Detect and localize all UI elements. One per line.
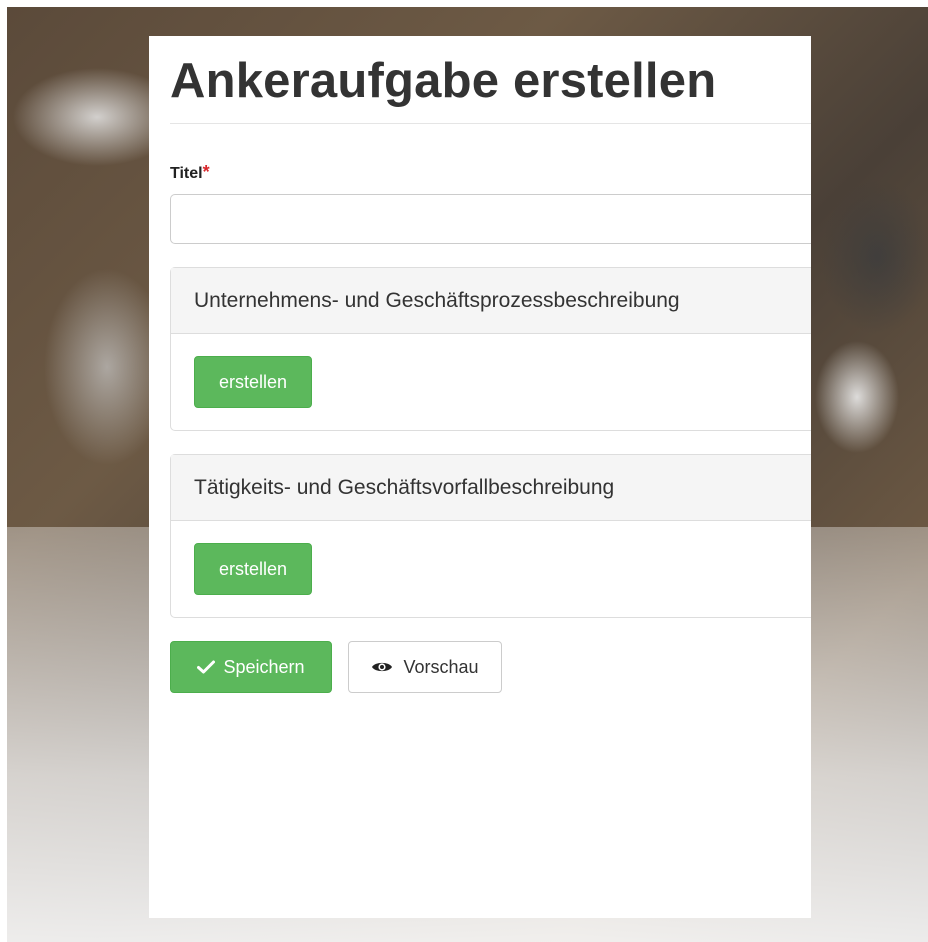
save-button-label: Speichern [223,656,305,677]
preview-button-label: Vorschau [403,656,479,677]
page-title: Ankeraufgabe erstellen [170,54,717,108]
section-body-process: erstellen [171,334,811,430]
preview-button[interactable]: Vorschau [348,641,502,693]
title-divider [170,123,811,124]
required-marker: * [202,162,210,182]
section-heading-process: Unternehmens- und Geschäftsprozessbeschr… [171,268,811,334]
form-panel: Ankeraufgabe erstellen Titel* Unternehme… [149,36,811,918]
title-input[interactable] [170,194,811,244]
section-card-activity: Tätigkeits- und Geschäftsvorfallbeschrei… [170,454,811,618]
title-label-text: Titel [170,165,203,182]
eye-icon [371,660,393,674]
create-activity-button[interactable]: erstellen [194,543,312,595]
section-heading-activity: Tätigkeits- und Geschäftsvorfallbeschrei… [171,455,811,521]
checkmark-icon [197,660,216,674]
form-actions: Speichern Vorschau [170,641,811,693]
create-process-button[interactable]: erstellen [194,356,312,408]
save-button[interactable]: Speichern [170,641,332,693]
section-card-process: Unternehmens- und Geschäftsprozessbeschr… [170,267,811,431]
section-body-activity: erstellen [171,521,811,617]
title-label: Titel* [170,162,811,183]
